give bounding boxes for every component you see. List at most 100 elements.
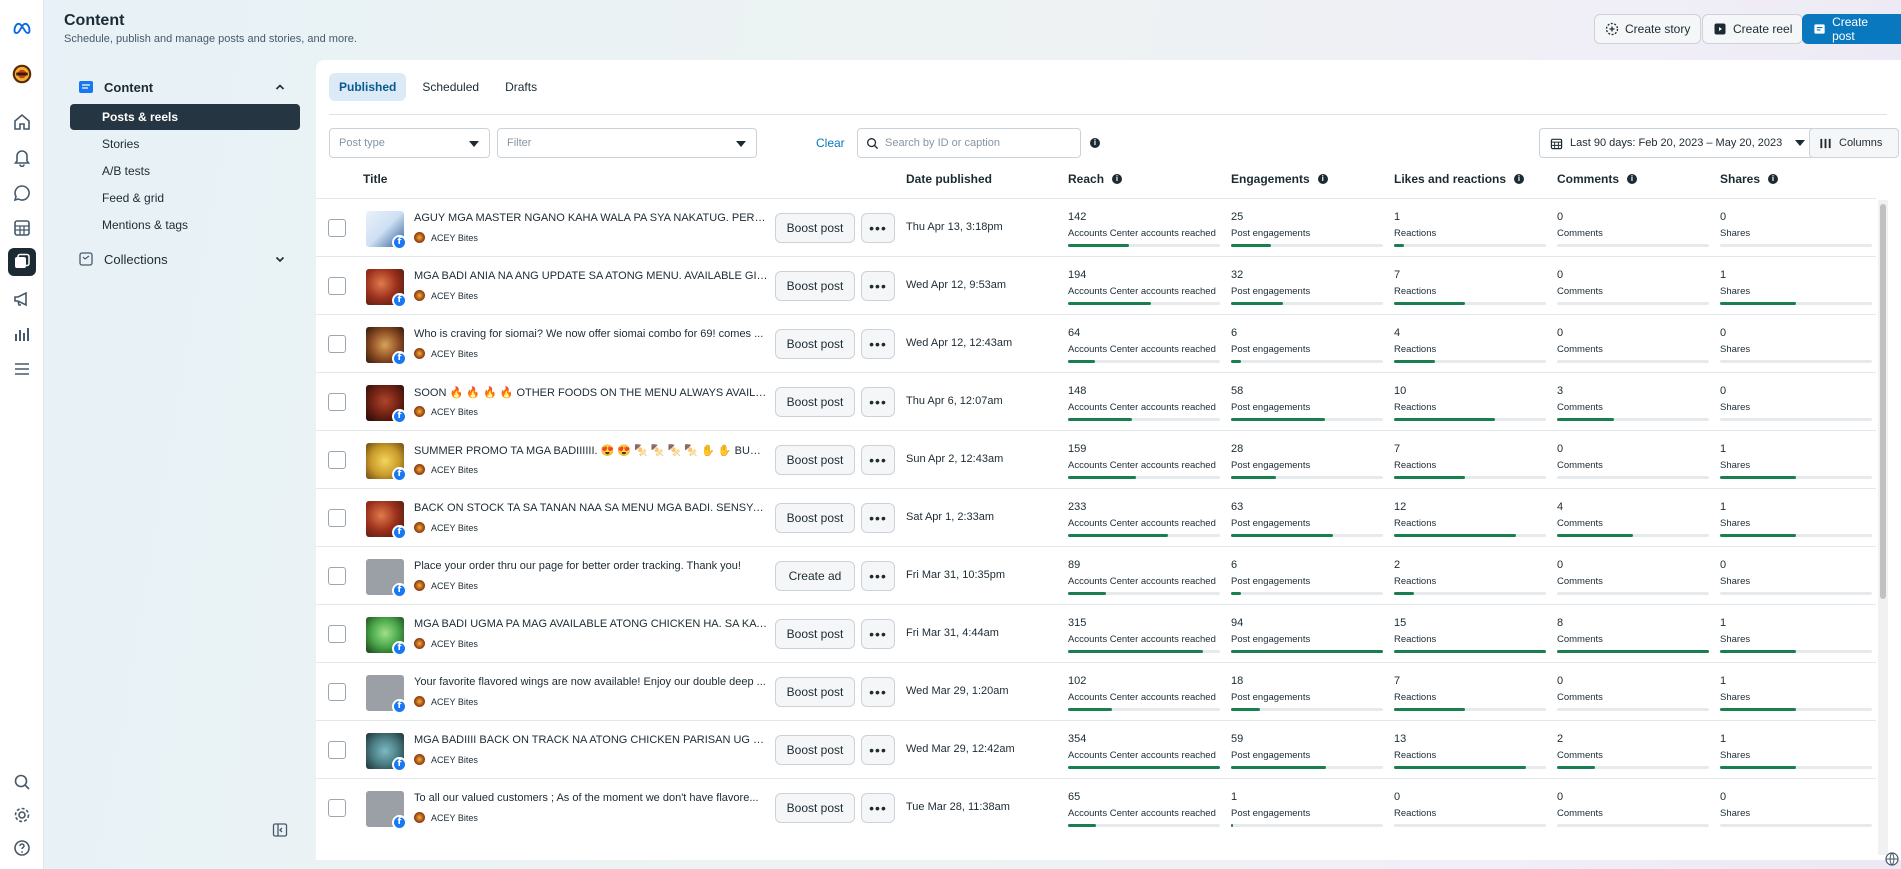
nav-item-mentions-tags[interactable]: Mentions & tags: [70, 212, 300, 238]
more-options-button[interactable]: •••: [861, 445, 895, 475]
col-shares[interactable]: Shares i: [1720, 172, 1779, 186]
planner-icon[interactable]: [10, 216, 34, 240]
post-thumbnail[interactable]: f: [366, 501, 407, 540]
nav-group-content[interactable]: Content: [70, 70, 300, 104]
col-title[interactable]: Title: [363, 172, 387, 186]
tab-published[interactable]: Published: [329, 73, 407, 101]
search-box[interactable]: [857, 128, 1081, 158]
table-row[interactable]: f MGA BADIIII BACK ON TRACK NA ATONG CHIC…: [316, 720, 1876, 778]
info-icon[interactable]: i: [1514, 174, 1525, 184]
row-checkbox[interactable]: [328, 509, 346, 527]
globe-icon[interactable]: [1885, 852, 1899, 866]
post-caption[interactable]: Place your order thru our page for bette…: [414, 560, 768, 572]
meta-logo-icon[interactable]: [10, 16, 34, 40]
collapse-panel-icon[interactable]: [272, 822, 288, 838]
post-thumbnail[interactable]: f: [366, 791, 407, 830]
post-caption[interactable]: SUMMER PROMO TA MGA BADIIIIII. 😍 😍 🍢 🍢 🍢…: [414, 444, 768, 457]
row-checkbox[interactable]: [328, 277, 346, 295]
filter-select[interactable]: Filter: [497, 128, 757, 158]
post-caption[interactable]: To all our valued customers ; As of the …: [414, 792, 768, 804]
row-action-button[interactable]: Boost post: [775, 445, 855, 475]
create-story-button[interactable]: Create story: [1594, 14, 1702, 44]
post-caption[interactable]: SOON 🔥 🔥 🔥 🔥 OTHER FOODS ON THE MENU ALW…: [414, 386, 768, 399]
post-caption[interactable]: Who is craving for siomai? We now offer …: [414, 328, 768, 340]
col-date-published[interactable]: Date published: [906, 172, 992, 186]
row-action-button[interactable]: Create ad: [775, 561, 855, 591]
col-reach[interactable]: Reach i: [1068, 172, 1123, 186]
nav-item-feed-grid[interactable]: Feed & grid: [70, 185, 300, 211]
row-checkbox[interactable]: [328, 219, 346, 237]
info-icon[interactable]: i: [1768, 174, 1779, 184]
table-row[interactable]: f SOON 🔥 🔥 🔥 🔥 OTHER FOODS ON THE MENU AL…: [316, 372, 1876, 430]
table-row[interactable]: f Your favorite flavored wings are now av…: [316, 662, 1876, 720]
more-options-button[interactable]: •••: [861, 561, 895, 591]
info-icon[interactable]: i: [1112, 174, 1123, 184]
col-engagements[interactable]: Engagements i: [1231, 172, 1328, 186]
post-thumbnail[interactable]: f: [366, 327, 407, 366]
col-likes-reactions[interactable]: Likes and reactions i: [1394, 172, 1525, 186]
search-icon[interactable]: [10, 770, 34, 794]
notifications-icon[interactable]: [10, 145, 34, 169]
tab-drafts[interactable]: Drafts: [495, 73, 547, 101]
page-avatar[interactable]: [8, 60, 36, 88]
more-options-button[interactable]: •••: [861, 503, 895, 533]
table-row[interactable]: f Place your order thru our page for bett…: [316, 546, 1876, 604]
col-comments[interactable]: Comments i: [1557, 172, 1638, 186]
table-row[interactable]: f MGA BADI ANIA NA ANG UPDATE SA ATONG ME…: [316, 256, 1876, 314]
insights-icon[interactable]: [10, 322, 34, 346]
post-caption[interactable]: MGA BADI UGMA PA MAG AVAILABLE ATONG CHI…: [414, 618, 768, 630]
info-icon[interactable]: i: [1090, 138, 1100, 148]
settings-gear-icon[interactable]: [10, 803, 34, 827]
date-range-button[interactable]: Last 90 days: Feb 20, 2023 – May 20, 202…: [1539, 128, 1817, 158]
inbox-icon[interactable]: [10, 181, 34, 205]
nav-group-collections[interactable]: Collections: [70, 242, 300, 276]
post-thumbnail[interactable]: f: [366, 443, 407, 482]
table-row[interactable]: f To all our valued customers ; As of the…: [316, 778, 1876, 836]
menu-icon[interactable]: [10, 357, 34, 381]
more-options-button[interactable]: •••: [861, 213, 895, 243]
post-caption[interactable]: MGA BADIIII BACK ON TRACK NA ATONG CHICK…: [414, 734, 768, 746]
content-icon[interactable]: [8, 248, 36, 276]
more-options-button[interactable]: •••: [861, 793, 895, 823]
more-options-button[interactable]: •••: [861, 271, 895, 301]
row-action-button[interactable]: Boost post: [775, 387, 855, 417]
row-action-button[interactable]: Boost post: [775, 735, 855, 765]
row-action-button[interactable]: Boost post: [775, 329, 855, 359]
clear-filters-link[interactable]: Clear: [816, 136, 845, 150]
more-options-button[interactable]: •••: [861, 619, 895, 649]
info-icon[interactable]: i: [1627, 174, 1638, 184]
post-caption[interactable]: BACK ON STOCK TA SA TANAN NAA SA MENU MG…: [414, 502, 768, 514]
more-options-button[interactable]: •••: [861, 329, 895, 359]
row-checkbox[interactable]: [328, 741, 346, 759]
home-icon[interactable]: [10, 110, 34, 134]
post-thumbnail[interactable]: f: [366, 211, 407, 250]
ads-icon[interactable]: [10, 287, 34, 311]
post-type-select[interactable]: Post type: [329, 128, 490, 158]
tab-scheduled[interactable]: Scheduled: [412, 73, 489, 101]
row-checkbox[interactable]: [328, 683, 346, 701]
row-checkbox[interactable]: [328, 799, 346, 817]
nav-item-ab-tests[interactable]: A/B tests: [70, 158, 300, 184]
help-icon[interactable]: [10, 836, 34, 860]
row-checkbox[interactable]: [328, 393, 346, 411]
post-thumbnail[interactable]: f: [366, 559, 407, 598]
row-checkbox[interactable]: [328, 451, 346, 469]
row-action-button[interactable]: Boost post: [775, 213, 855, 243]
table-row[interactable]: f MGA BADI UGMA PA MAG AVAILABLE ATONG CH…: [316, 604, 1876, 662]
nav-item-posts-reels[interactable]: Posts & reels: [70, 104, 300, 130]
more-options-button[interactable]: •••: [861, 387, 895, 417]
table-row[interactable]: f BACK ON STOCK TA SA TANAN NAA SA MENU M…: [316, 488, 1876, 546]
row-action-button[interactable]: Boost post: [775, 271, 855, 301]
scrollbar-thumb[interactable]: [1880, 204, 1886, 599]
row-action-button[interactable]: Boost post: [775, 793, 855, 823]
create-reel-button[interactable]: Create reel: [1702, 14, 1804, 44]
row-checkbox[interactable]: [328, 567, 346, 585]
post-caption[interactable]: MGA BADI ANIA NA ANG UPDATE SA ATONG MEN…: [414, 270, 768, 282]
post-thumbnail[interactable]: f: [366, 675, 407, 714]
post-thumbnail[interactable]: f: [366, 733, 407, 772]
info-icon[interactable]: i: [1317, 174, 1328, 184]
table-scrollbar[interactable]: [1878, 200, 1888, 855]
row-checkbox[interactable]: [328, 625, 346, 643]
create-post-button[interactable]: Create post: [1802, 14, 1901, 44]
post-thumbnail[interactable]: f: [366, 385, 407, 424]
